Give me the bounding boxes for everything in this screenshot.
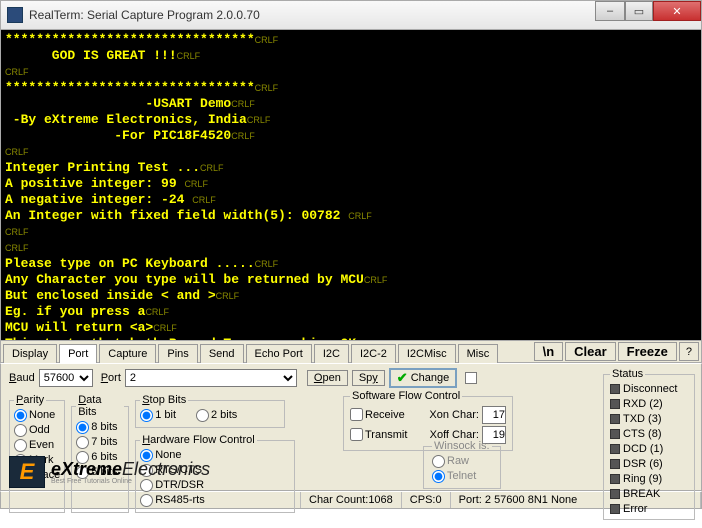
led-icon: [610, 489, 620, 499]
led-icon: [610, 474, 620, 484]
xon-char-input[interactable]: [482, 406, 506, 424]
open-button[interactable]: Open: [307, 370, 348, 386]
parity-none[interactable]: None: [14, 408, 60, 423]
status-break: BREAK: [610, 487, 688, 502]
window-title: RealTerm: Serial Capture Program 2.0.0.7…: [29, 8, 260, 22]
tab-display[interactable]: Display: [3, 344, 57, 363]
titlebar: RealTerm: Serial Capture Program 2.0.0.7…: [0, 0, 702, 30]
tab-capture[interactable]: Capture: [99, 344, 156, 363]
receive-checkbox[interactable]: Receive: [350, 408, 405, 423]
freeze-button[interactable]: Freeze: [618, 342, 677, 361]
winsock-legend: Winsock is:: [432, 440, 492, 452]
logo-icon: E: [9, 456, 45, 488]
transmit-checkbox[interactable]: Transmit: [350, 428, 407, 443]
tab-row: DisplayPortCapturePinsSendEcho PortI2CI2…: [0, 341, 702, 363]
maximize-button[interactable]: ▭: [625, 1, 653, 21]
swflow-legend: Software Flow Control: [350, 390, 462, 402]
change-checkbox[interactable]: [465, 372, 477, 384]
tab-echo-port[interactable]: Echo Port: [246, 344, 312, 363]
baud-label: Baud: [9, 372, 35, 384]
close-button[interactable]: ✕: [653, 1, 701, 21]
change-button[interactable]: ✔Change: [389, 368, 457, 388]
tab-i2c[interactable]: I2C: [314, 344, 349, 363]
tab-misc[interactable]: Misc: [458, 344, 499, 363]
stopbits-1-bit[interactable]: 1 bit: [140, 408, 176, 423]
databits-8-bits[interactable]: 8 bits: [76, 420, 124, 435]
winsock-telnet[interactable]: Telnet: [432, 469, 492, 484]
hwflow-rs485-rts[interactable]: RS485-rts: [140, 493, 216, 508]
led-icon: [610, 414, 620, 424]
minimize-button[interactable]: –: [595, 1, 625, 21]
port-panel: Baud 57600 Port 2 Open Spy ✔Change Parit…: [0, 363, 702, 491]
databits-7-bits[interactable]: 7 bits: [76, 435, 124, 450]
led-icon: [610, 444, 620, 454]
led-icon: [610, 384, 620, 394]
port-select[interactable]: 2: [125, 369, 297, 387]
stopbits-2-bits[interactable]: 2 bits: [196, 408, 237, 423]
status-error: Error: [610, 502, 688, 517]
status-rxd-2-: RXD (2): [610, 397, 688, 412]
tab-send[interactable]: Send: [200, 344, 244, 363]
databits-group: Data Bits 8 bits7 bits6 bits5 bits: [71, 394, 129, 513]
status-group: Status DisconnectRXD (2)TXD (3)CTS (8)DC…: [603, 368, 695, 520]
led-icon: [610, 459, 620, 469]
tab-pins[interactable]: Pins: [158, 344, 197, 363]
status-disconnect: Disconnect: [610, 382, 688, 397]
help-button[interactable]: ?: [679, 342, 699, 361]
terminal-output: ********************************CRLF GOD…: [0, 30, 702, 341]
status-cts-8-: CTS (8): [610, 427, 688, 442]
stopbits-group: Stop Bits 1 bit 2 bits: [135, 394, 285, 428]
stopbits-legend: Stop Bits: [140, 394, 188, 406]
status-legend: Status: [610, 368, 645, 380]
status-ring-9-: Ring (9): [610, 472, 688, 487]
winsock-group: Winsock is: RawTelnet: [423, 440, 501, 489]
newline-button[interactable]: \n: [534, 342, 564, 361]
tab-port[interactable]: Port: [59, 344, 97, 363]
led-icon: [610, 399, 620, 409]
clear-button[interactable]: Clear: [565, 342, 616, 361]
port-label: Port: [101, 372, 121, 384]
tab-i2cmisc[interactable]: I2CMisc: [398, 344, 456, 363]
led-icon: [610, 504, 620, 514]
hwflow-legend: Hardware Flow Control: [140, 434, 257, 446]
status-dcd-1-: DCD (1): [610, 442, 688, 457]
baud-select[interactable]: 57600: [39, 369, 93, 387]
led-icon: [610, 429, 620, 439]
winsock-raw[interactable]: Raw: [432, 454, 492, 469]
status-dsr-6-: DSR (6): [610, 457, 688, 472]
spy-button[interactable]: Spy: [352, 370, 385, 386]
app-icon: [7, 7, 23, 23]
parity-legend: Parity: [14, 394, 46, 406]
parity-even[interactable]: Even: [14, 438, 60, 453]
databits-legend: Data Bits: [76, 394, 124, 418]
parity-group: Parity NoneOddEvenMarkSpace: [9, 394, 65, 513]
status-txd-3-: TXD (3): [610, 412, 688, 427]
tab-i2c-2[interactable]: I2C-2: [351, 344, 396, 363]
logo: E eXtremeElectronics Best Free Tutorials…: [9, 456, 210, 488]
parity-odd[interactable]: Odd: [14, 423, 60, 438]
check-icon: ✔: [397, 370, 408, 386]
